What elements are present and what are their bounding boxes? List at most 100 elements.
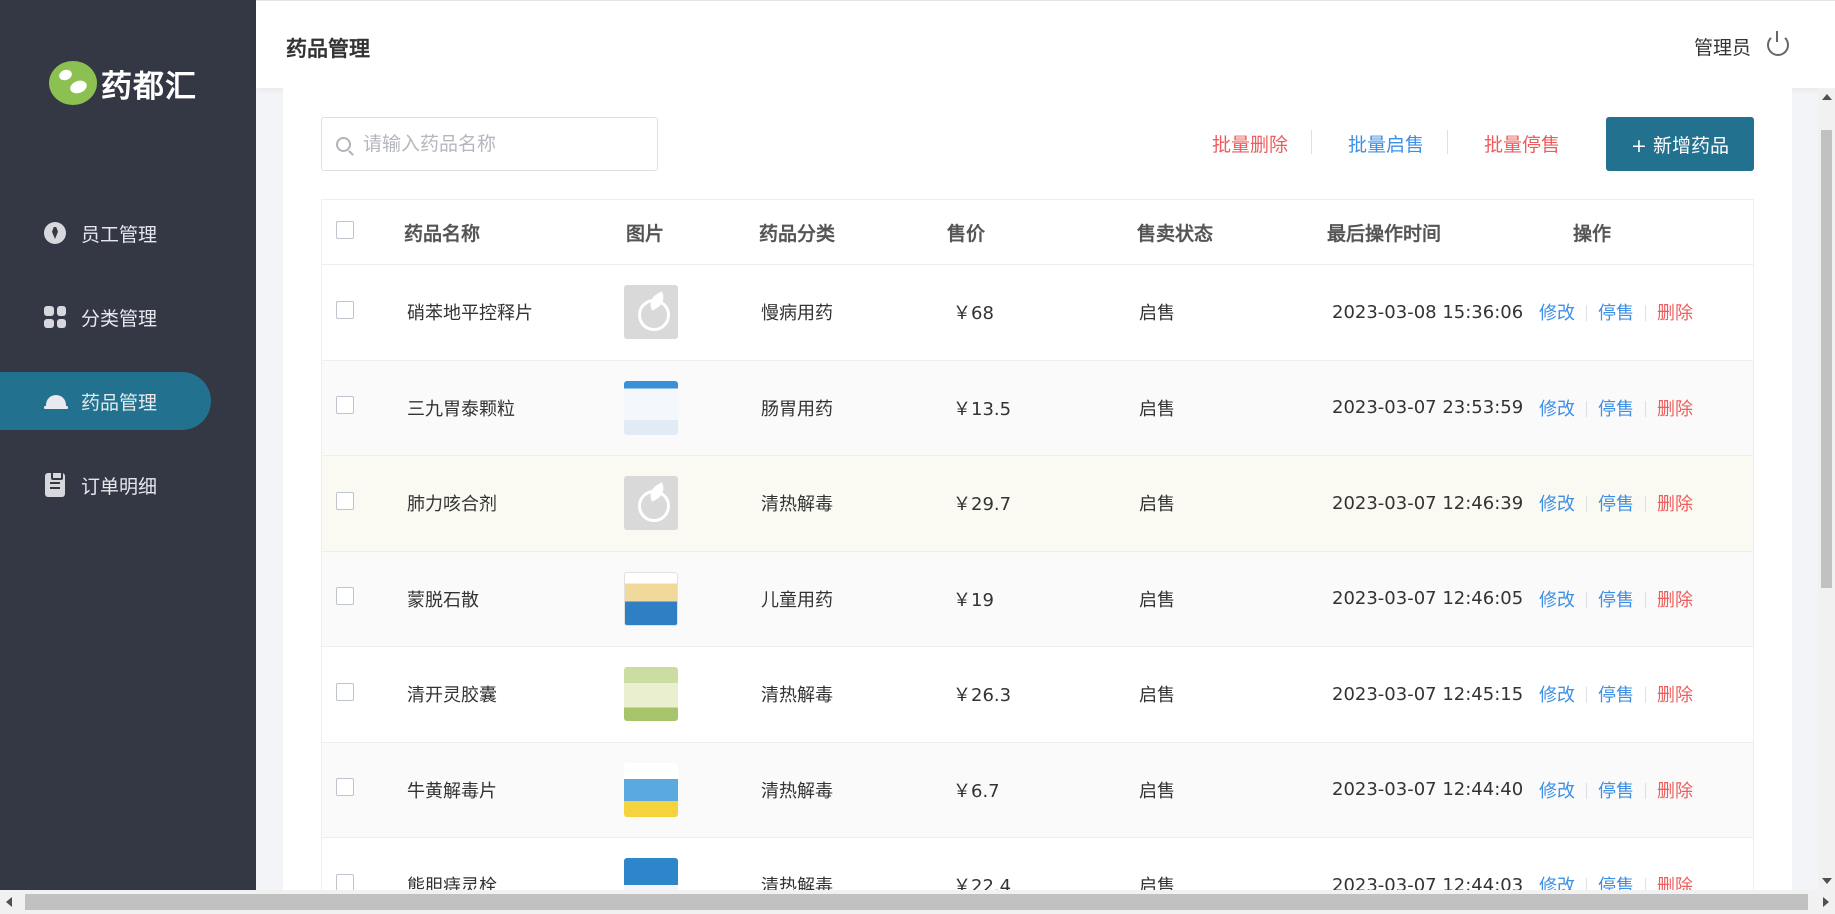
edit-button[interactable]: 修改: [1539, 590, 1575, 611]
batch-disable-button[interactable]: 批量停售: [1484, 130, 1560, 157]
stop-sale-button[interactable]: 停售: [1598, 876, 1634, 890]
edit-button[interactable]: 修改: [1539, 876, 1575, 890]
scroll-left-arrow-icon[interactable]: [6, 897, 12, 907]
column-header: 最后操作时间: [1327, 222, 1442, 245]
sidebar-item-categories[interactable]: 分类管理: [0, 288, 256, 346]
stop-sale-button[interactable]: 停售: [1598, 494, 1634, 515]
medicine-image: [624, 858, 678, 890]
sidebar: 药都汇 员工管理 分类管理 药品管理 订单明细: [0, 0, 256, 890]
medicine-name: 三九胃泰颗粒: [407, 398, 515, 420]
last-update-time: 2023-03-08 15:36:06: [1332, 301, 1524, 323]
search-box[interactable]: [321, 117, 658, 171]
row-checkbox[interactable]: [336, 587, 354, 606]
medicine-table: 药品名称 图片 药品分类 售价 售卖状态 最后操作时间 操作 硝苯地平控释片 慢…: [321, 199, 1754, 890]
medicine-image-placeholder: [624, 285, 678, 340]
sale-status: 启售: [1139, 685, 1175, 707]
medicine-category: 清热解毒: [761, 780, 833, 802]
select-all-checkbox[interactable]: [336, 220, 354, 239]
edit-button[interactable]: 修改: [1539, 494, 1575, 515]
sidebar-item-label: 药品管理: [81, 391, 158, 414]
row-actions: 修改 停售 删除: [1539, 299, 1735, 325]
medicine-name: 清开灵胶囊: [407, 685, 497, 707]
stop-sale-button[interactable]: 停售: [1598, 590, 1634, 611]
medicine-category: 清热解毒: [761, 685, 833, 707]
stop-sale-button[interactable]: 停售: [1598, 685, 1634, 706]
row-actions: 修改 停售 删除: [1539, 490, 1735, 516]
last-update-time: 2023-03-07 23:53:59: [1332, 397, 1524, 419]
row-actions: 修改 停售 删除: [1539, 586, 1735, 612]
column-header: 药品分类: [759, 222, 836, 245]
column-header: 售卖状态: [1137, 222, 1214, 245]
medicine-name: 蒙脱石散: [407, 589, 479, 611]
stop-sale-button[interactable]: 停售: [1598, 399, 1634, 420]
table-row: 硝苯地平控释片 慢病用药 ￥68 启售 2023-03-08 15:36:06 …: [322, 265, 1753, 361]
sidebar-item-medicines[interactable]: 药品管理: [0, 372, 211, 430]
delete-button[interactable]: 删除: [1657, 303, 1693, 324]
power-icon[interactable]: [1767, 31, 1789, 56]
delete-button[interactable]: 删除: [1657, 590, 1693, 611]
stop-sale-button[interactable]: 停售: [1598, 781, 1634, 802]
row-checkbox[interactable]: [336, 778, 354, 797]
sale-status: 启售: [1139, 398, 1175, 420]
app-name: 药都汇: [101, 68, 197, 105]
medicine-image: [624, 571, 678, 626]
table-row: 三九胃泰颗粒 肠胃用药 ￥13.5 启售 2023-03-07 23:53:59…: [322, 360, 1753, 456]
medicine-price: ￥13.5: [953, 398, 1012, 420]
sale-status: 启售: [1139, 303, 1175, 325]
medicine-price: ￥68: [953, 303, 994, 325]
edit-button[interactable]: 修改: [1539, 685, 1575, 706]
medicine-image: [624, 667, 678, 722]
row-checkbox[interactable]: [336, 491, 354, 510]
logo-icon: [49, 61, 97, 105]
delete-button[interactable]: 删除: [1657, 781, 1693, 802]
clipboard-icon: [44, 471, 66, 497]
vertical-scrollbar[interactable]: [1818, 88, 1835, 890]
sale-status: 启售: [1139, 876, 1175, 890]
row-actions: 修改 停售 删除: [1539, 872, 1735, 890]
row-checkbox[interactable]: [336, 300, 354, 319]
search-input[interactable]: [363, 133, 633, 155]
row-checkbox[interactable]: [336, 873, 354, 890]
scrollbar-thumb[interactable]: [1821, 130, 1832, 588]
search-icon: [336, 136, 351, 152]
medicine-name: 硝苯地平控释片: [407, 303, 533, 325]
sidebar-item-label: 员工管理: [81, 223, 158, 246]
medicine-price: ￥29.7: [953, 494, 1012, 516]
sidebar-item-orders[interactable]: 订单明细: [0, 456, 256, 514]
medicine-name: 肺力咳合剂: [407, 494, 497, 516]
column-header: 药品名称: [404, 222, 481, 245]
sale-status: 启售: [1139, 589, 1175, 611]
delete-button[interactable]: 删除: [1657, 399, 1693, 420]
user-icon: [44, 222, 66, 244]
edit-button[interactable]: 修改: [1539, 399, 1575, 420]
user-name[interactable]: 管理员: [1694, 33, 1751, 60]
stop-sale-button[interactable]: 停售: [1598, 303, 1634, 324]
table-row: 清开灵胶囊 清热解毒 ￥26.3 启售 2023-03-07 12:45:15 …: [322, 647, 1753, 743]
table-row: 蒙脱石散 儿童用药 ￥19 启售 2023-03-07 12:46:05 修改 停…: [322, 551, 1753, 647]
divider: [1311, 130, 1312, 154]
batch-delete-button[interactable]: 批量删除: [1212, 130, 1288, 157]
table-header: 药品名称 图片 药品分类 售价 售卖状态 最后操作时间 操作: [322, 200, 1753, 265]
row-checkbox[interactable]: [336, 396, 354, 415]
medicine-category: 清热解毒: [761, 876, 833, 890]
delete-button[interactable]: 删除: [1657, 494, 1693, 515]
scroll-right-arrow-icon[interactable]: [1823, 897, 1829, 907]
delete-button[interactable]: 删除: [1657, 876, 1693, 890]
sale-status: 启售: [1139, 494, 1175, 516]
scroll-down-arrow-icon[interactable]: [1822, 878, 1832, 884]
horizontal-scrollbar[interactable]: [0, 890, 1835, 914]
edit-button[interactable]: 修改: [1539, 303, 1575, 324]
sidebar-item-employees[interactable]: 员工管理: [0, 204, 256, 262]
divider: [1447, 130, 1448, 154]
column-header: 图片: [626, 222, 665, 245]
add-medicine-button[interactable]: + 新增药品: [1606, 117, 1754, 171]
row-checkbox[interactable]: [336, 682, 354, 701]
column-header: 售价: [947, 222, 986, 245]
scroll-up-arrow-icon[interactable]: [1822, 94, 1832, 100]
delete-button[interactable]: 删除: [1657, 685, 1693, 706]
table-row: 熊胆痔灵栓 清热解毒 ￥22.4 启售 2023-03-07 12:44:03 …: [322, 838, 1753, 890]
edit-button[interactable]: 修改: [1539, 781, 1575, 802]
batch-enable-button[interactable]: 批量启售: [1348, 130, 1424, 157]
last-update-time: 2023-03-07 12:44:40: [1332, 779, 1524, 801]
scrollbar-thumb[interactable]: [25, 894, 1808, 910]
